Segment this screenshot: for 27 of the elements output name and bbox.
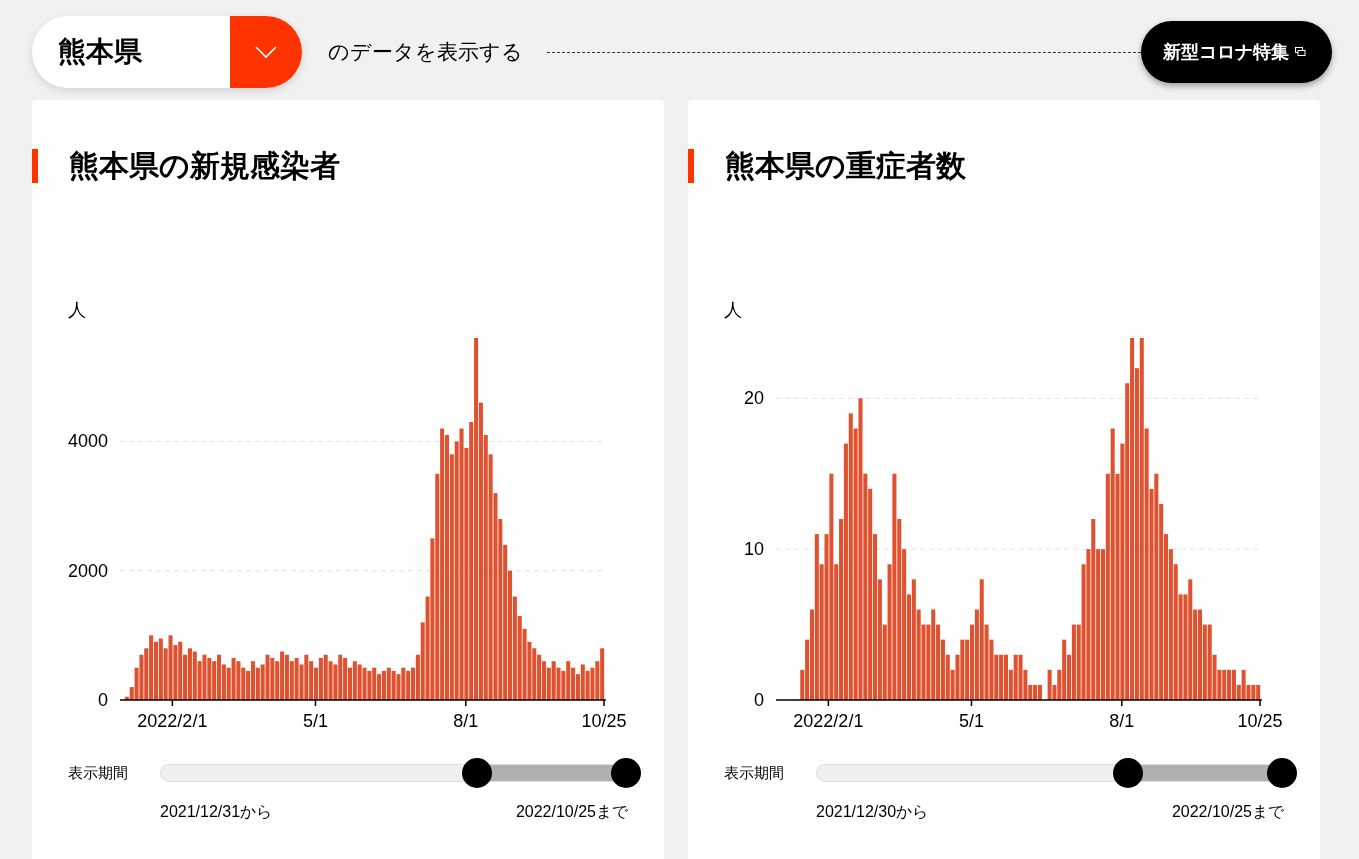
y-tick-label: 10 <box>743 539 764 560</box>
feature-link-button[interactable]: 新型コロナ特集 <box>1141 21 1332 83</box>
unit-label: 人 <box>724 300 742 320</box>
x-tick-label: 5/1 <box>958 711 984 731</box>
end-date: 2022/10/25まで <box>515 802 628 822</box>
card-title: 熊本県の新規感染者 <box>69 147 340 184</box>
y-tick-label: 2000 <box>67 560 108 581</box>
y-tick-label: 20 <box>743 388 764 409</box>
x-tick-label: 2022/2/1 <box>137 711 208 731</box>
card-title: 熊本県の重症者数 <box>725 147 966 184</box>
start-date: 2021/12/30から <box>816 802 929 822</box>
start-date: 2021/12/31から <box>160 802 273 822</box>
x-tick-label: 2022/2/1 <box>793 711 864 731</box>
prefecture-select[interactable]: 熊本県 <box>32 16 302 88</box>
unit-label: 人 <box>68 300 86 320</box>
y-tick-label: 0 <box>754 690 764 710</box>
select-caption: のデータを表示する <box>328 39 523 65</box>
x-tick-label: 10/25 <box>1237 711 1283 731</box>
x-tick-label: 8/1 <box>1109 711 1135 731</box>
y-tick-label: 4000 <box>67 431 108 452</box>
period-label: 表示期間 <box>724 763 785 783</box>
x-tick-label: 5/1 <box>302 711 328 731</box>
period-label: 表示期間 <box>68 763 129 783</box>
y-tick-label: 0 <box>98 690 108 710</box>
x-tick-label: 8/1 <box>453 711 479 731</box>
end-date: 2022/10/25まで <box>1171 802 1284 822</box>
x-tick-label: 10/25 <box>581 711 627 731</box>
